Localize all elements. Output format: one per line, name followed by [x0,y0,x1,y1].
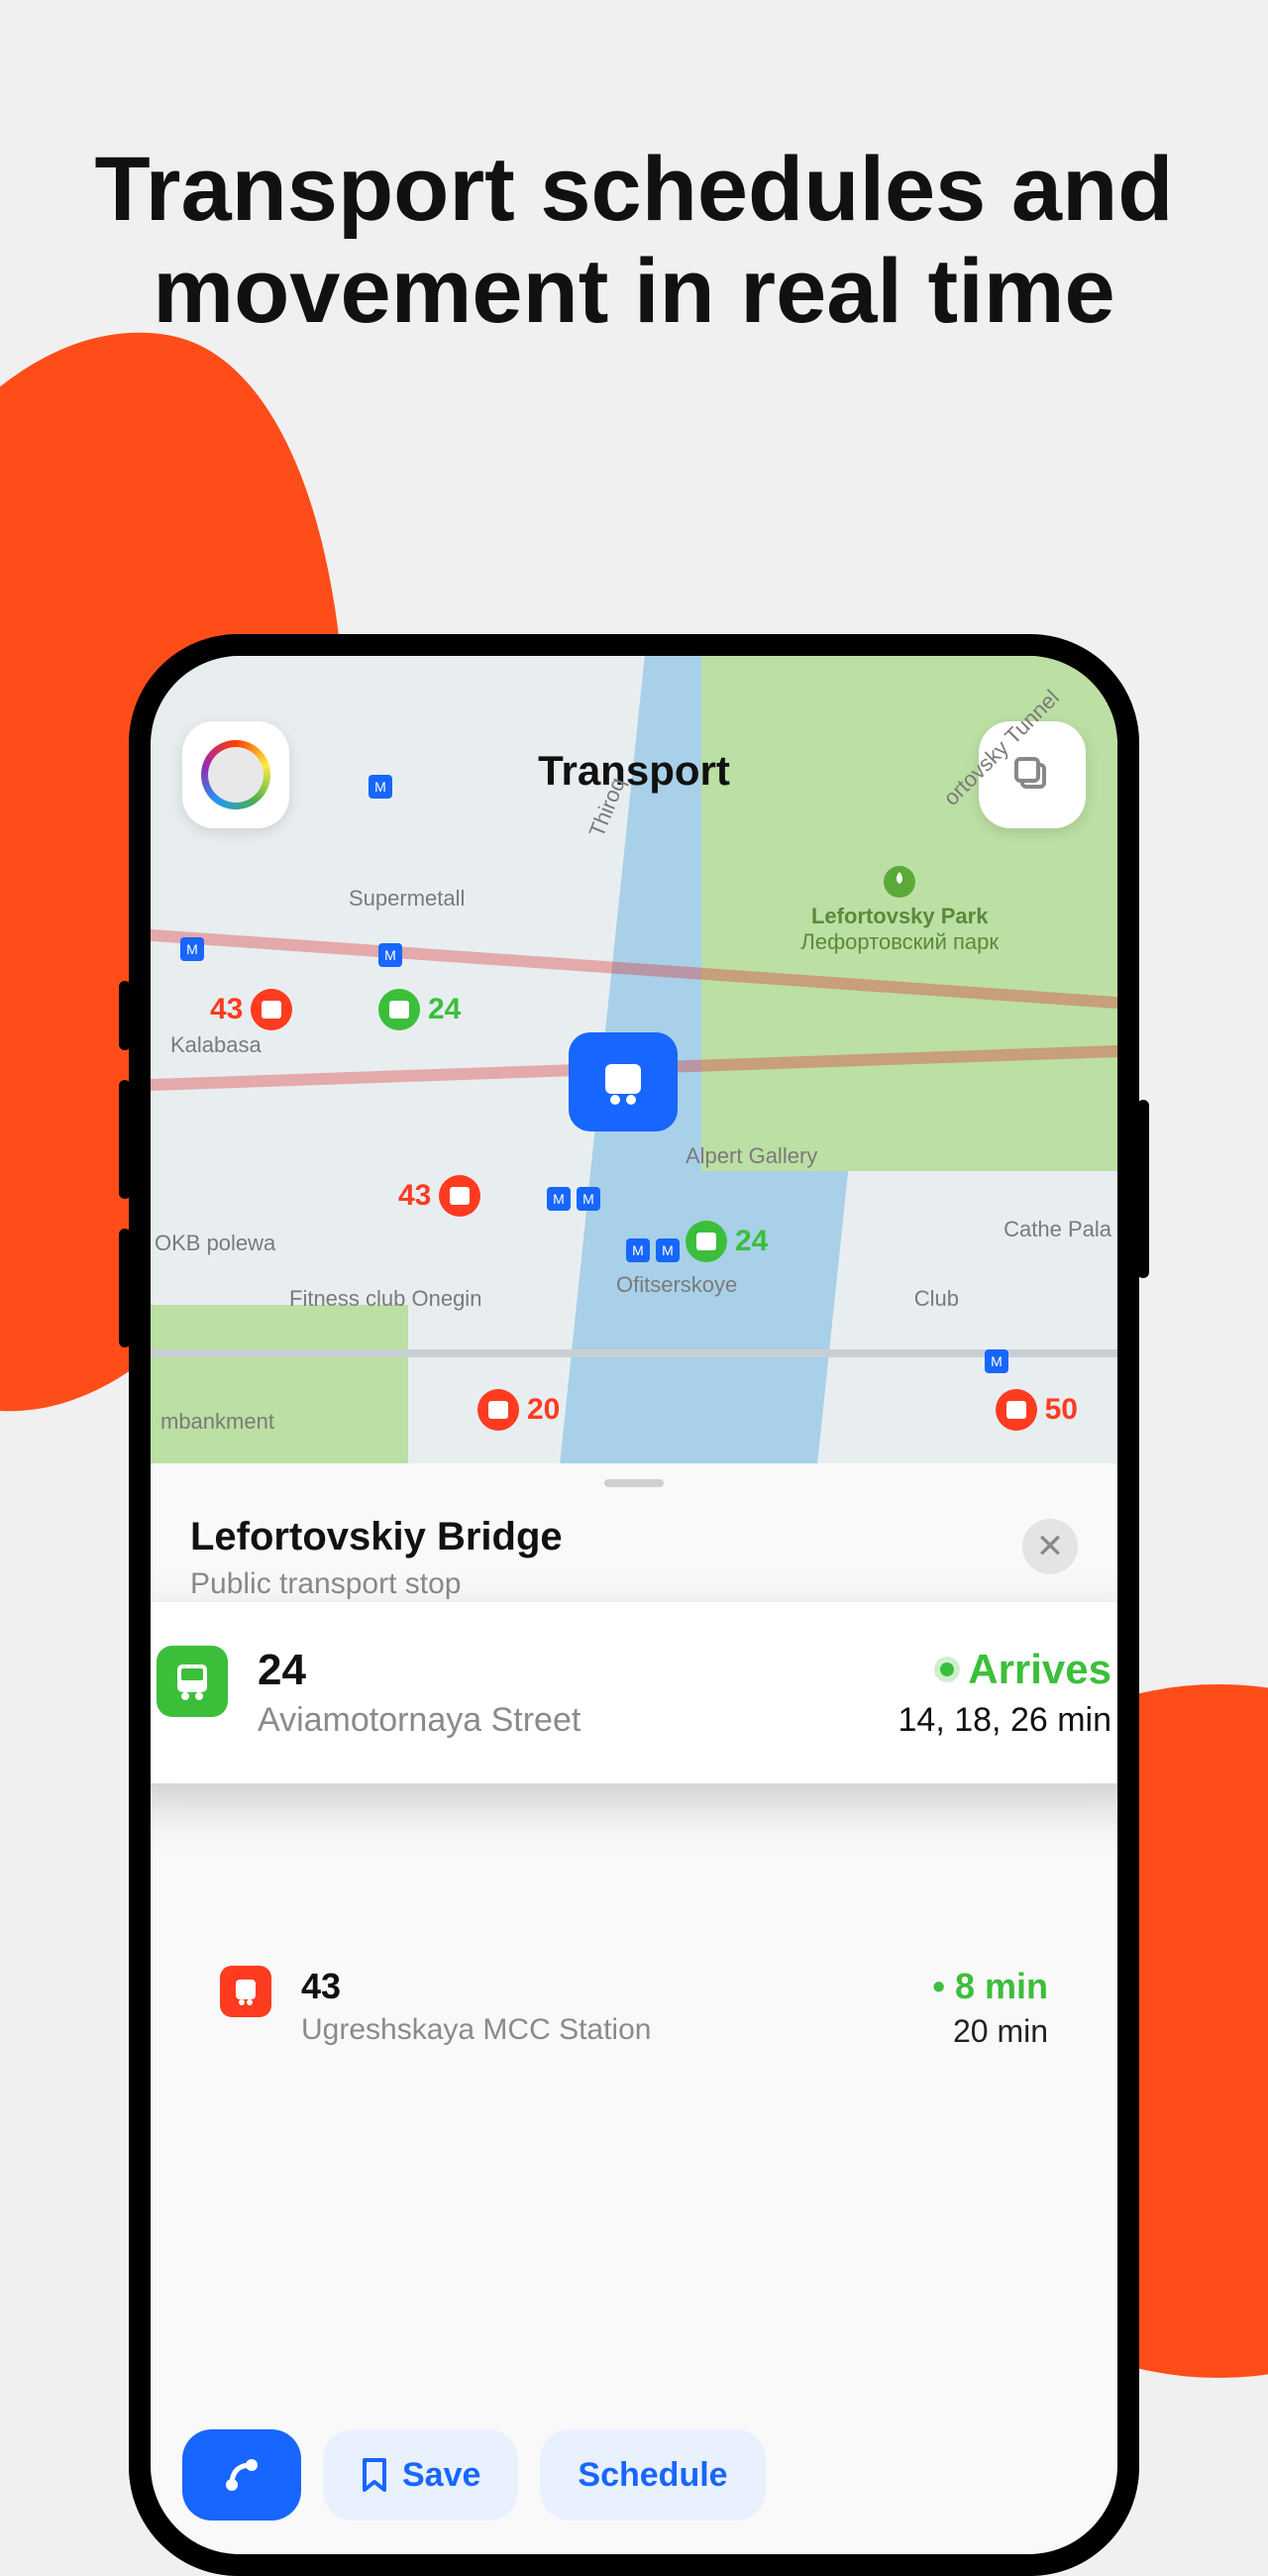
profile-button[interactable] [182,721,289,828]
vehicle-pin-tram[interactable]: 43 [398,1175,480,1217]
close-button[interactable]: ✕ [1022,1519,1078,1574]
vehicle-pin-tram[interactable]: 20 [477,1389,560,1431]
schedule-button[interactable]: Schedule [540,2429,765,2521]
map[interactable]: Transport Lefortovsky Park Лефортовский … [151,656,1117,1463]
save-button[interactable]: Save [323,2429,518,2521]
bus-icon [157,1646,228,1717]
route-number: 24 [258,1646,869,1695]
route-card[interactable]: 43 Ugreshskaya MCC Station • 8 min 20 mi… [182,1932,1086,2084]
route-next-arrival: • 8 min [932,1966,1048,2007]
metro-icon: M [369,775,392,799]
action-row: Save Schedule [182,2429,1086,2521]
stop-subtitle: Public transport stop [190,1567,563,1601]
route-destination: Aviamotornaya Street [258,1701,869,1740]
poi-label: mbankment [160,1409,274,1435]
selected-stop-pin[interactable] [569,1032,678,1131]
metro-icon: M [547,1187,571,1211]
vehicle-pin-tram[interactable]: 50 [996,1389,1078,1431]
metro-icon: M [378,943,402,967]
metro-icon: M [626,1238,650,1262]
poi-label: Cathe Pala [1004,1217,1111,1242]
tram-icon [220,1966,271,2017]
poi-label: Ofitserskoye [616,1272,737,1298]
promo-headline: Transport schedules and movement in real… [0,139,1268,343]
metro-icon: M [656,1238,680,1262]
route-card-primary[interactable]: 24 Aviamotornaya Street Arrives 14, 18, … [151,1602,1117,1783]
vehicle-pin-bus[interactable]: 24 [686,1221,768,1262]
phone-frame: Transport Lefortovsky Park Лефортовский … [129,634,1139,2576]
layers-icon [1008,751,1056,799]
stop-title: Lefortovskiy Bridge [190,1515,563,1559]
route-number: 43 [301,1966,902,2007]
poi-park-name: Lefortovsky Park [811,904,989,928]
route-after-arrival: 20 min [932,2013,1048,2050]
poi-label: OKB polewa [155,1231,275,1256]
poi-label: Kalabasa [170,1032,262,1058]
route-icon [220,2453,264,2497]
vehicle-pin-bus[interactable]: 24 [378,989,461,1030]
metro-icon: M [985,1349,1008,1373]
sheet-drag-handle[interactable] [604,1479,664,1487]
metro-icon: M [577,1187,600,1211]
poi-label: Club [914,1286,959,1312]
poi-label: Supermetall [349,886,465,912]
metro-icon: M [180,937,204,961]
poi-label: Alpert Gallery [686,1143,817,1169]
route-status: Arrives [898,1646,1111,1693]
poi-park-name-ru: Лефортовский парк [800,929,999,954]
bookmark-icon [361,2458,388,2492]
poi-label: Fitness club Onegin [289,1286,481,1312]
profile-avatar-icon [201,740,270,809]
close-icon: ✕ [1036,1527,1065,1566]
stop-bottom-sheet[interactable]: Lefortovskiy Bridge Public transport sto… [151,1463,1117,2554]
route-button[interactable] [182,2429,301,2521]
live-indicator-icon [940,1663,954,1676]
route-destination: Ugreshskaya MCC Station [301,2013,902,2047]
vehicle-pin-tram[interactable]: 43 [210,989,292,1030]
route-eta: 14, 18, 26 min [898,1701,1111,1740]
tram-icon [595,1054,651,1110]
